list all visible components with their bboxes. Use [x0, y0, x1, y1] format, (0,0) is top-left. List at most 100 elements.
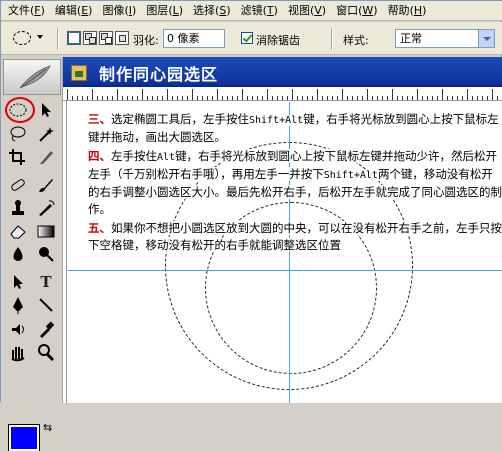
ruler-tick	[367, 89, 368, 100]
ruler-tick	[482, 96, 483, 100]
menu-item-v[interactable]: 视图(V)	[283, 2, 331, 20]
dodge-tool-icon[interactable]	[35, 244, 57, 264]
line-tool-icon[interactable]	[35, 295, 57, 315]
lasso-tool-icon[interactable]	[7, 124, 29, 144]
ruler-tick	[412, 96, 413, 100]
ruler-tick	[327, 96, 328, 100]
ruler-tick	[227, 96, 228, 100]
ruler-tick	[77, 96, 78, 100]
tool-preset-picker[interactable]	[9, 29, 49, 49]
document-canvas[interactable]: 三、选定椭圆工具后，左手按住Shift+Alt键，右手将光标放到圆心上按下鼠标左…	[68, 102, 502, 403]
photoshop-window: 文件(F) 编辑(E) 图像(I) 图层(L) 选择(S) 滤镜(T) 视图(V) 窗口(W)…	[0, 0, 502, 451]
ruler-tick	[267, 89, 268, 100]
gradient-tool-icon[interactable]	[35, 221, 57, 241]
blur-tool-icon[interactable]	[7, 244, 29, 264]
ruler-tick	[462, 96, 463, 100]
add-to-selection-button[interactable]	[83, 31, 97, 45]
antialias-label: 消除锯齿	[256, 34, 300, 47]
ruler-tick	[182, 96, 183, 100]
swap-colors-icon[interactable]: ⇆	[43, 421, 52, 434]
ruler-tick	[147, 96, 148, 100]
step-text: 左手按住	[111, 149, 157, 163]
intersect-selection-button[interactable]	[115, 31, 129, 45]
ruler-tick	[362, 96, 363, 100]
style-value: 正常	[400, 32, 422, 45]
horizontal-ruler	[63, 89, 502, 101]
ruler-tick	[207, 96, 208, 100]
path-selection-icon[interactable]	[7, 272, 29, 292]
menu-item-h[interactable]: 帮助(H)	[383, 2, 432, 20]
chevron-down-icon	[37, 35, 43, 39]
ruler-tick	[347, 96, 348, 100]
ruler-tick	[297, 96, 298, 100]
feather-label: 羽化:	[133, 34, 159, 47]
notes-tool-icon[interactable]	[7, 319, 29, 339]
antialias-checkbox[interactable]	[241, 32, 253, 44]
feather-input[interactable]: 0 像素	[163, 29, 225, 48]
divider	[57, 28, 59, 50]
ruler-tick	[387, 96, 388, 100]
horizontal-guide[interactable]	[68, 270, 502, 271]
type-tool-icon[interactable]: T	[35, 272, 57, 292]
menu-item-f[interactable]: 文件(F)	[3, 2, 50, 20]
ruler-tick	[397, 96, 398, 100]
ruler-tick	[422, 96, 423, 100]
selected-tool-highlight	[5, 97, 35, 123]
ruler-tick	[142, 89, 143, 100]
new-selection-button[interactable]	[67, 31, 81, 45]
eyedropper-icon[interactable]	[35, 319, 57, 339]
menu-item-e[interactable]: 编辑(E)	[50, 2, 98, 20]
style-select[interactable]: 正常	[395, 29, 495, 48]
brush-tool-icon[interactable]	[35, 175, 57, 195]
menu-item-l[interactable]: 图层(L)	[141, 2, 188, 20]
ruler-tick	[432, 96, 433, 100]
instructions: 三、选定椭圆工具后，左手按住Shift+Alt键，右手将光标放到圆心上按下鼠标左…	[88, 111, 502, 256]
magic-wand-icon[interactable]	[35, 124, 57, 144]
divider	[331, 28, 333, 50]
step-number: 四、	[88, 149, 111, 163]
ruler-tick	[302, 96, 303, 100]
ruler-tick	[247, 96, 248, 100]
ruler-tick	[112, 96, 113, 100]
toolbox: T ⇆	[1, 57, 63, 451]
ruler-tick	[492, 89, 493, 100]
ruler-tick	[157, 96, 158, 100]
menu-item-t[interactable]: 滤镜(T)	[236, 2, 283, 20]
step-number: 三、	[88, 112, 111, 126]
eraser-tool-icon[interactable]	[7, 221, 29, 241]
step-number: 五、	[88, 221, 111, 235]
clone-stamp-icon[interactable]	[7, 198, 29, 218]
ruler-tick	[67, 89, 68, 100]
history-brush-icon[interactable]	[35, 198, 57, 218]
vertical-ruler	[63, 101, 67, 403]
tutorial-slide: 制作同心园选区 三、选定椭圆工具后，左手按住Shift+Alt键，右手将光标放到…	[63, 57, 502, 403]
ruler-tick	[287, 96, 288, 100]
ruler-tick	[377, 96, 378, 100]
step-text: 选定椭圆工具后，左手按住	[111, 112, 249, 126]
move-tool-icon[interactable]	[35, 100, 57, 120]
ruler-tick	[162, 96, 163, 100]
ruler-tick	[497, 96, 498, 100]
subtract-from-selection-button[interactable]	[99, 31, 113, 45]
hand-tool-icon[interactable]	[7, 342, 29, 362]
ruler-tick	[392, 89, 393, 100]
pen-tool-icon[interactable]	[7, 295, 29, 315]
healing-brush-icon[interactable]	[7, 175, 29, 195]
slide-title-bar: 制作同心园选区	[63, 57, 502, 87]
menu-item-s[interactable]: 选择(S)	[188, 2, 236, 20]
menu-item-i[interactable]: 图像(I)	[97, 2, 141, 20]
ruler-tick	[277, 96, 278, 100]
ruler-tick	[97, 96, 98, 100]
foreground-color-swatch[interactable]	[8, 424, 40, 451]
ruler-tick	[487, 96, 488, 100]
slice-tool-icon[interactable]	[35, 147, 57, 167]
crop-tool-icon[interactable]	[7, 147, 29, 167]
zoom-tool-icon[interactable]	[35, 342, 57, 362]
ruler-tick	[237, 96, 238, 100]
ruler-tick	[192, 89, 193, 100]
menu-bar: 文件(F) 编辑(E) 图像(I) 图层(L) 选择(S) 滤镜(T) 视图(V) 窗口(W)…	[1, 1, 502, 21]
ruler-tick	[337, 96, 338, 100]
ruler-tick	[177, 96, 178, 100]
menu-item-w[interactable]: 窗口(W)	[331, 2, 382, 20]
ruler-tick	[357, 96, 358, 100]
